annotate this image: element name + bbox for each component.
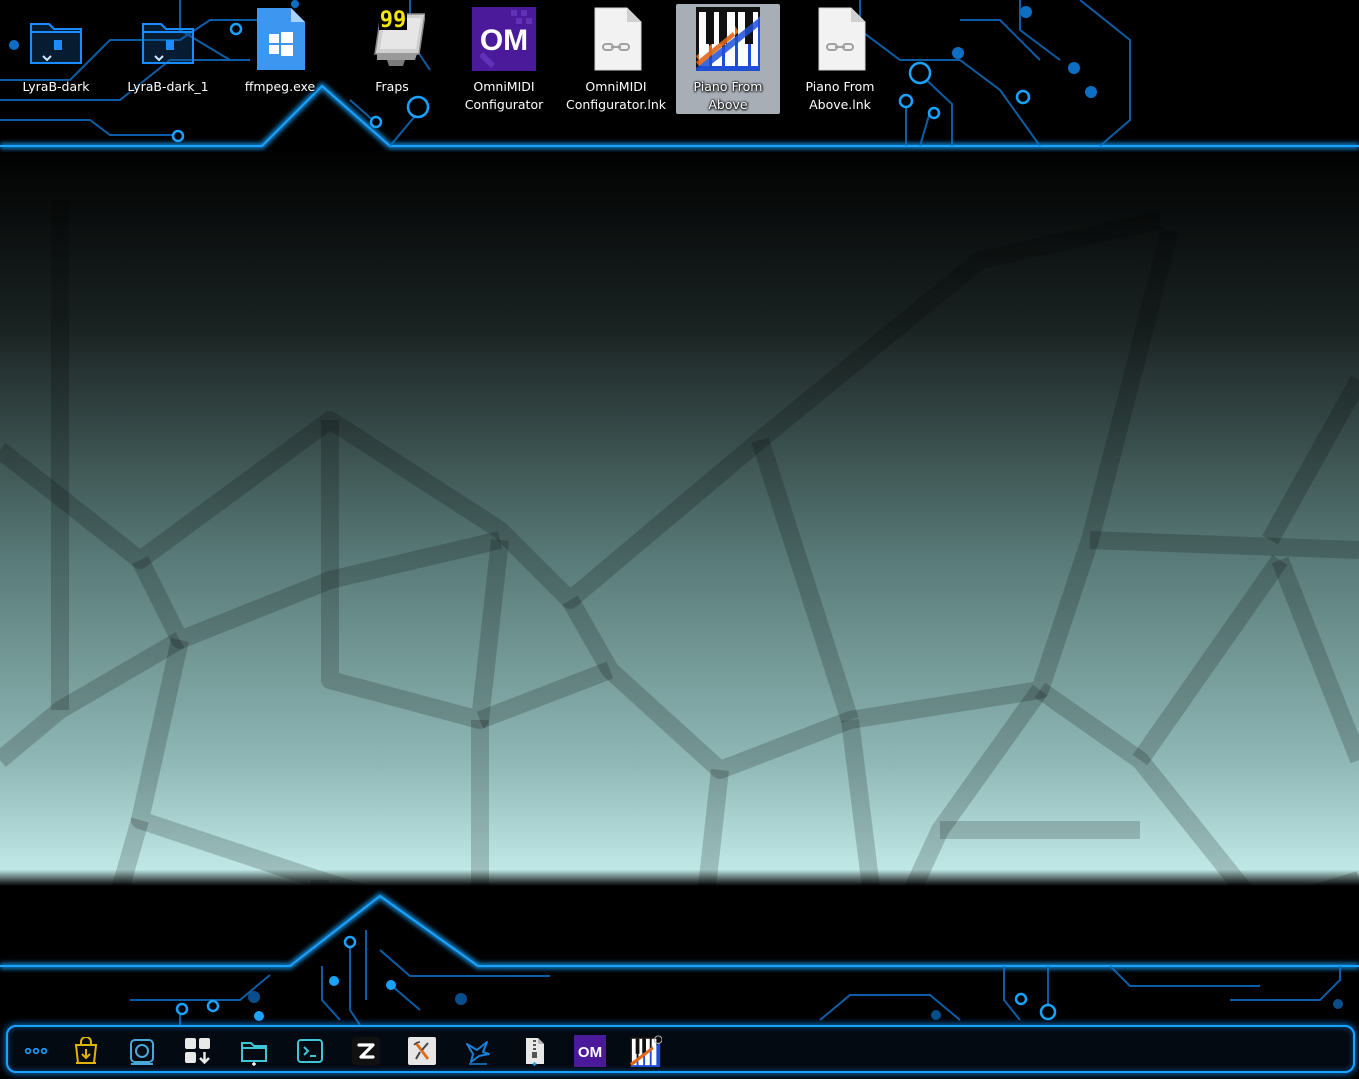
link-file-icon: [583, 6, 649, 72]
link-file-icon: [807, 6, 873, 72]
desktop-icon-label: Fraps: [375, 79, 409, 94]
desktop-wallpaper: [0, 0, 1359, 1079]
desktop-icon-piano-from-above[interactable]: Piano From Above: [676, 4, 780, 114]
download-bag-icon: [74, 1037, 98, 1064]
desktop-icon-label: LyraB-dark_1: [127, 79, 209, 94]
folder-icon: [241, 1042, 267, 1066]
z-logo-icon: [352, 1037, 380, 1065]
desktop-icon-piano-from-above-lnk[interactable]: Piano From Above.lnk: [788, 4, 892, 114]
desktop-icon-lyrab-dark[interactable]: LyraB-dark: [4, 4, 108, 114]
desktop-icon-ffmpeg[interactable]: ffmpeg.exe: [228, 4, 332, 114]
taskbar: OM: [6, 1025, 1355, 1073]
x-logo-icon: [408, 1037, 436, 1065]
piano-icon: [630, 1035, 662, 1067]
desktop-icon-lyrab-dark-1[interactable]: LyraB-dark_1: [116, 4, 220, 114]
piano-icon: [695, 6, 761, 72]
folder-icon: [135, 6, 201, 72]
taskbar-discover-button[interactable]: [182, 1035, 214, 1067]
taskbar-screenshot-button[interactable]: [126, 1035, 158, 1067]
desktop-icon-label: ffmpeg.exe: [244, 79, 316, 94]
taskbar-piano-from-above-button[interactable]: [630, 1035, 662, 1067]
taskbar-kget-button[interactable]: [70, 1035, 102, 1067]
folder-icon: [23, 6, 89, 72]
omnimidi-icon: OM: [574, 1035, 606, 1067]
desktop-icon-omnimidi[interactable]: OM OmniMIDI Configurator: [452, 4, 556, 114]
desktop-icon-omnimidi-lnk[interactable]: OmniMIDI Configurator.lnk: [564, 4, 668, 114]
svg-text:OM: OM: [480, 24, 528, 57]
desktop-icon-label: Piano From Above.lnk: [805, 79, 875, 112]
taskbar-terminal-button[interactable]: [294, 1035, 326, 1067]
taskbar-omnimidi-button[interactable]: OM: [574, 1035, 606, 1067]
taskbar-kde-app-button[interactable]: [462, 1035, 494, 1067]
desktop-icon-label: LyraB-dark: [22, 79, 90, 94]
camera-icon: [130, 1039, 154, 1065]
fraps-icon: 99: [359, 6, 426, 72]
taskbar-zed-button[interactable]: [350, 1035, 382, 1067]
taskbar-x-app-button[interactable]: [406, 1035, 438, 1067]
desktop-icon-fraps[interactable]: 99 Fraps: [340, 4, 444, 114]
taskbar-archive-button[interactable]: [518, 1035, 550, 1067]
taskbar-app-menu-button[interactable]: [20, 1035, 52, 1067]
svg-text:99: 99: [380, 8, 407, 33]
desktop-icon-label: Piano From Above: [693, 79, 763, 112]
svg-text:OM: OM: [578, 1044, 602, 1061]
terminal-icon: [297, 1039, 323, 1063]
zip-icon: [526, 1038, 544, 1066]
bird-icon: [466, 1041, 490, 1065]
taskbar-file-manager-button[interactable]: [238, 1035, 270, 1067]
windows-exe-icon: [247, 6, 313, 72]
omnimidi-icon: OM: [471, 6, 537, 72]
dots-icon: [24, 1047, 48, 1055]
desktop-icon-label: OmniMIDI Configurator: [464, 79, 544, 112]
app-store-icon: [185, 1038, 210, 1065]
desktop-icon-label: OmniMIDI Configurator.lnk: [566, 79, 666, 112]
